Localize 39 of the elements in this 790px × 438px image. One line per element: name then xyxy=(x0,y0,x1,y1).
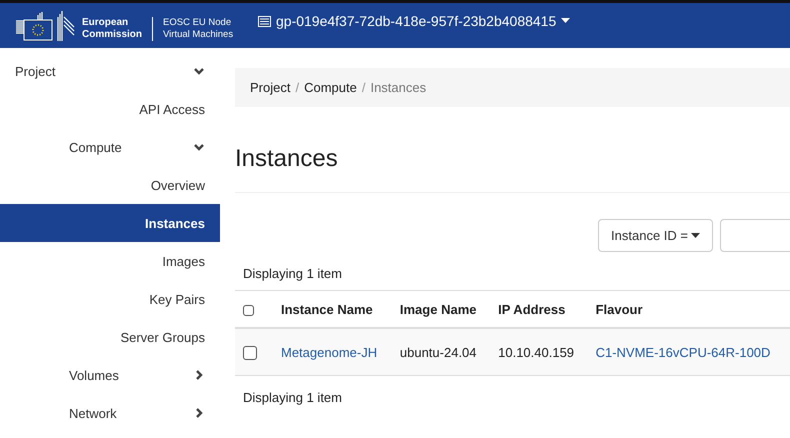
breadcrumb-link[interactable]: Compute xyxy=(304,80,357,95)
breadcrumb-separator: / xyxy=(295,80,300,95)
table-cell: ubuntu-24.04 xyxy=(400,344,477,360)
caret-icon xyxy=(691,232,700,238)
select-all-checkbox[interactable] xyxy=(243,304,254,316)
nav-item[interactable]: Overview xyxy=(0,166,220,204)
breadcrumb-link[interactable]: Project xyxy=(250,80,290,95)
nav-section[interactable]: Compute xyxy=(0,128,220,166)
chevron-icon xyxy=(193,369,205,381)
nav-item[interactable]: API Access xyxy=(0,90,220,128)
breadcrumb-separator: / xyxy=(362,80,366,95)
page-title: Instances xyxy=(235,145,790,193)
filter-input[interactable] xyxy=(720,219,790,252)
caret-icon xyxy=(561,18,570,24)
app-name: EOSC EU Node xyxy=(163,17,232,29)
nav-item[interactable]: Instances xyxy=(0,204,220,242)
brand-name: Commission xyxy=(82,29,142,41)
table-link[interactable]: Metagenome-JH xyxy=(281,344,378,360)
logo-icon xyxy=(14,11,76,41)
table-cell: 10.10.40.159 xyxy=(498,344,574,360)
breadcrumb-current: Instances xyxy=(370,80,426,95)
nav-section[interactable]: Project xyxy=(0,52,220,90)
table-link[interactable]: C1-NVME-16vCPU-64R-100D xyxy=(596,344,770,360)
project-selector[interactable]: gp-019e4f37-72db-418e-957f-23b2b4088415 xyxy=(258,13,570,29)
list-icon xyxy=(258,16,271,26)
filter-field-dropdown[interactable]: Instance ID = xyxy=(598,219,713,252)
item-count: Displaying 1 item xyxy=(242,265,343,283)
row-checkbox[interactable] xyxy=(243,346,257,360)
nav-item[interactable]: Server Groups xyxy=(0,318,220,356)
app-name: Virtual Machines xyxy=(163,29,234,41)
nav-section[interactable]: Volumes xyxy=(0,356,220,394)
nav-section[interactable]: Network xyxy=(0,394,220,432)
nav-item[interactable]: Images xyxy=(0,242,220,280)
nav-item[interactable]: Key Pairs xyxy=(0,280,220,318)
item-count: Displaying 1 item xyxy=(242,389,343,407)
chevron-icon xyxy=(193,141,205,153)
chevron-icon xyxy=(193,65,205,77)
brand-name: European xyxy=(82,17,130,29)
chevron-icon xyxy=(193,407,205,419)
